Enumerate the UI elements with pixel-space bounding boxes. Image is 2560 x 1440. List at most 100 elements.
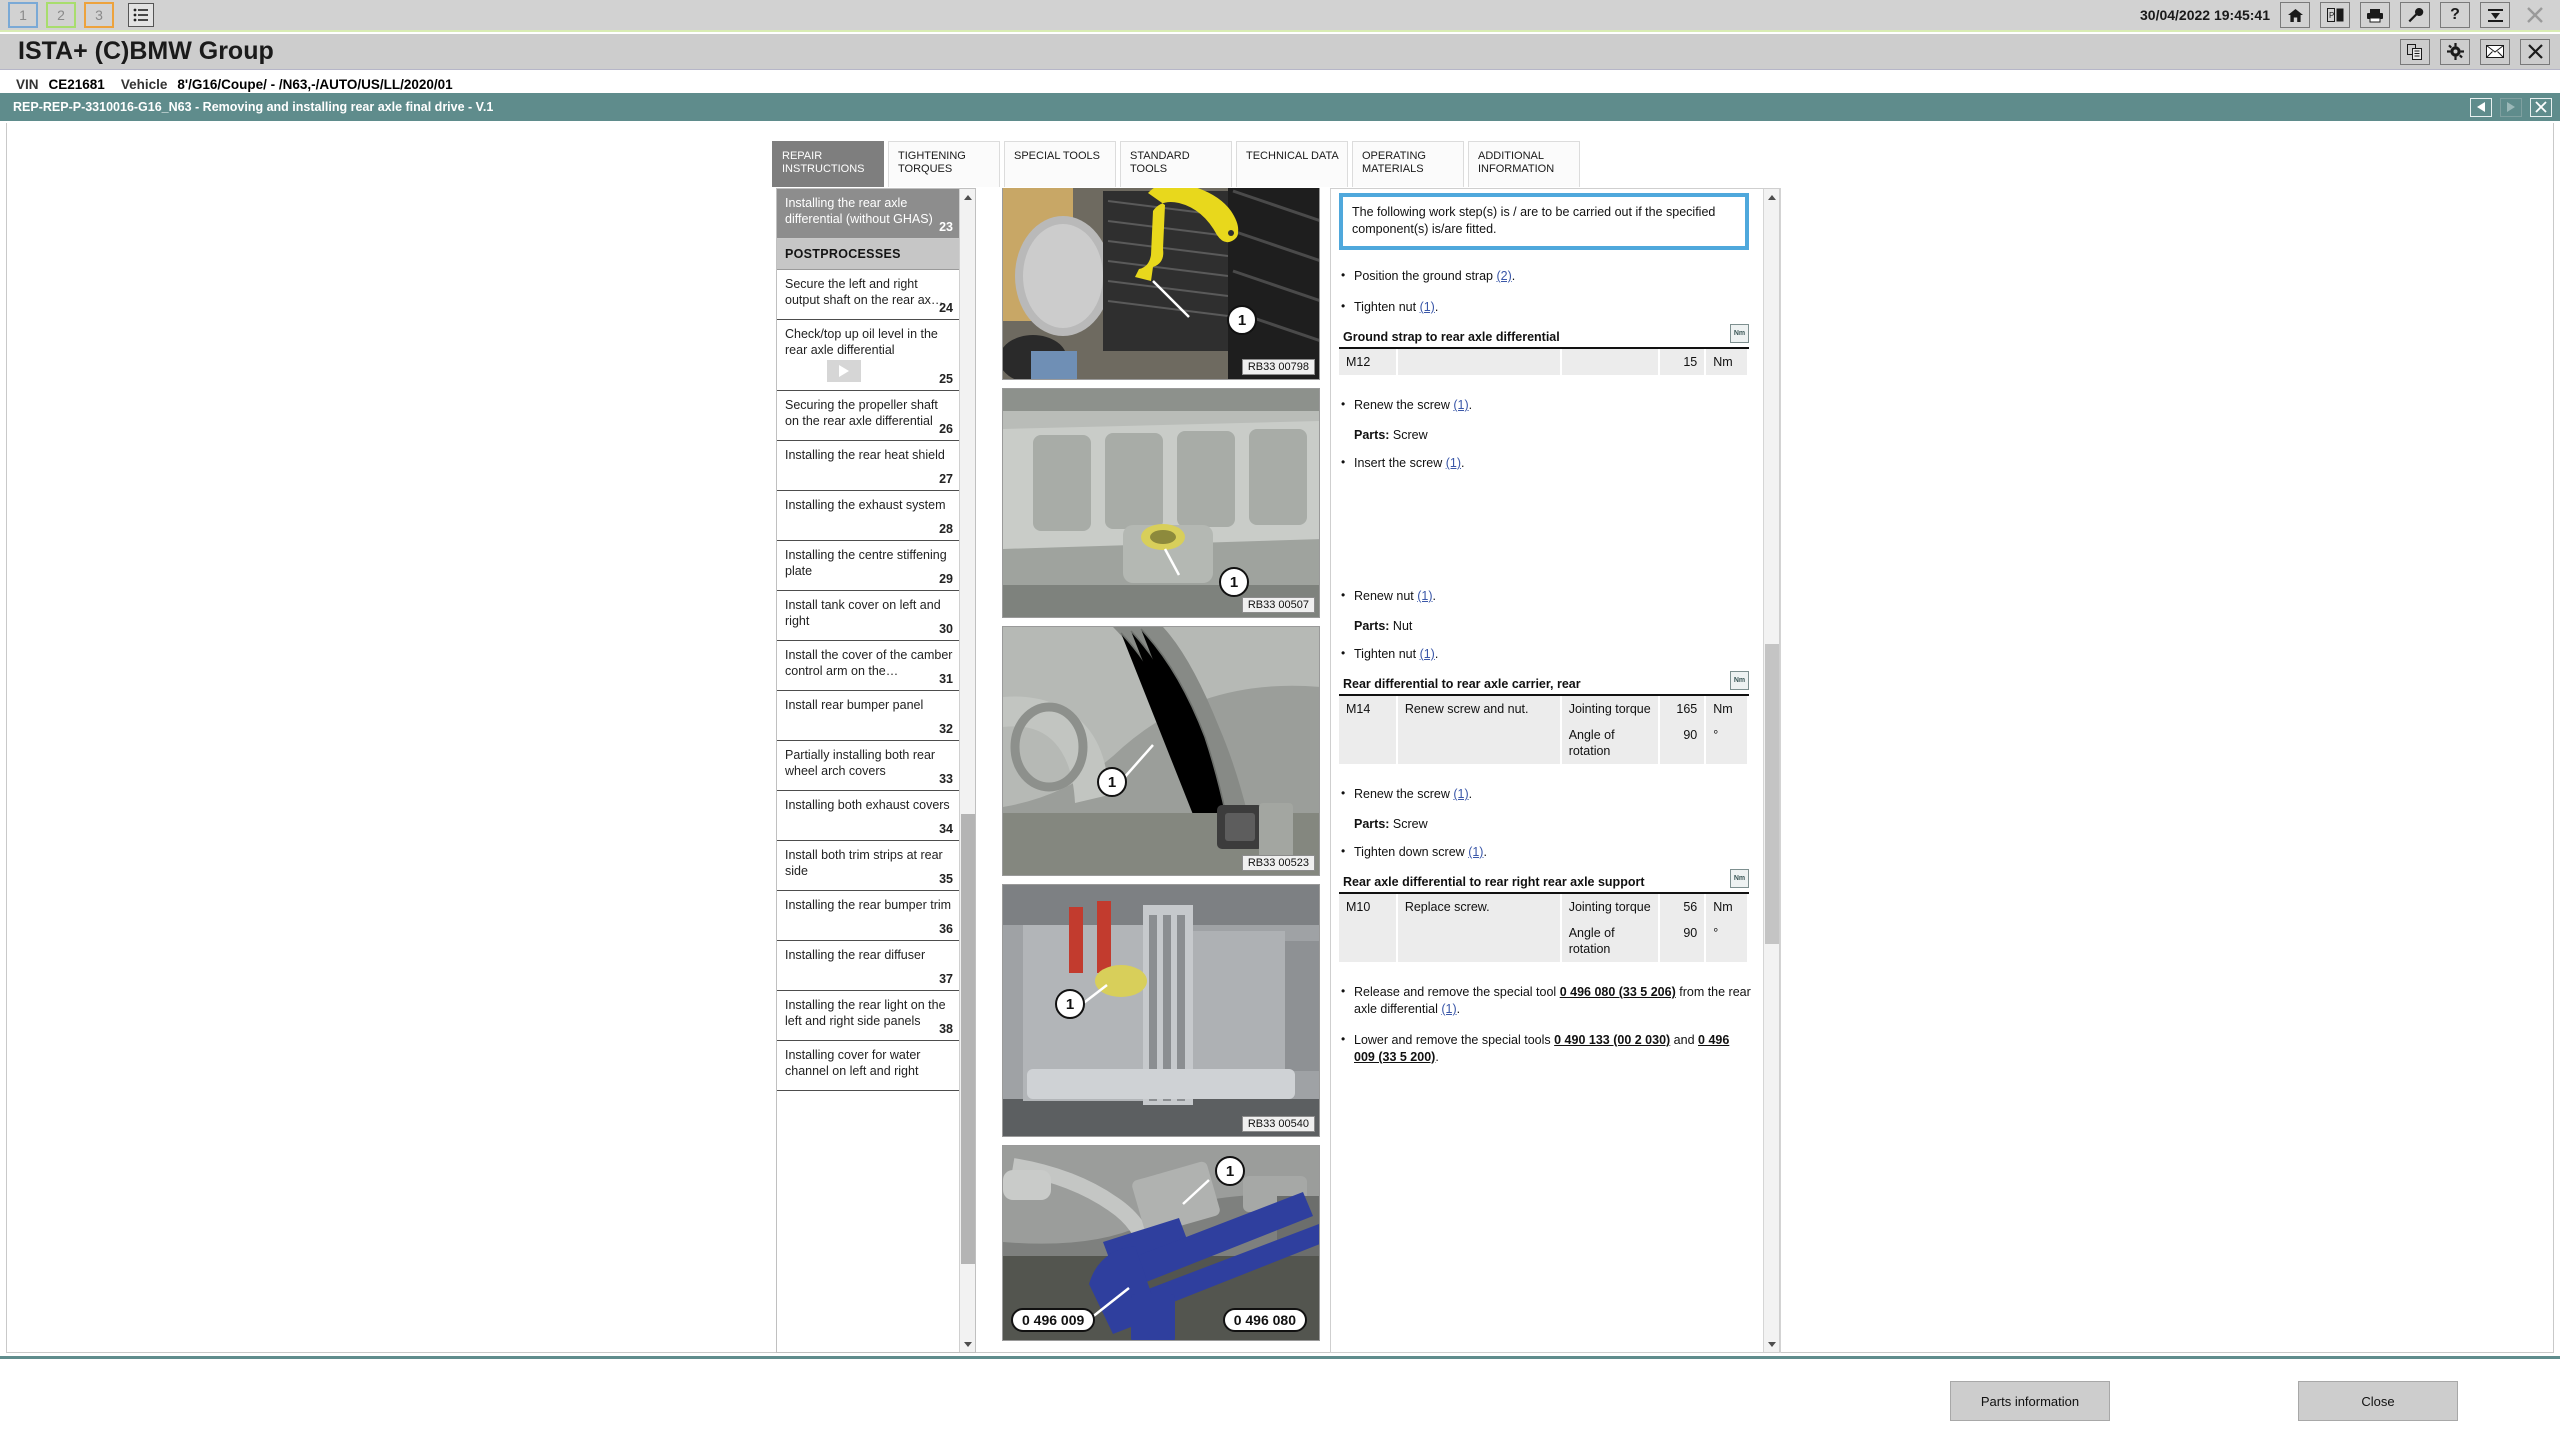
tool-badge-0496080: 0 496 080 xyxy=(1222,1308,1307,1332)
nm-icon[interactable]: Nm xyxy=(1730,671,1749,690)
toc-item-28[interactable]: Installing the exhaust system 28 xyxy=(777,491,961,541)
vehicle-id-icon[interactable]: P xyxy=(2320,2,2350,28)
toc-item-number: 33 xyxy=(939,772,953,786)
toc-item-35[interactable]: Install both trim strips at rear side 35 xyxy=(777,841,961,891)
callout-link[interactable]: (1) xyxy=(1468,845,1483,859)
figure-callout-1: 1 xyxy=(1215,1156,1245,1186)
callout-link[interactable]: (1) xyxy=(1453,787,1468,801)
scroll-down-icon[interactable] xyxy=(960,1336,975,1352)
mail-icon[interactable] xyxy=(2480,38,2510,65)
figure-rb3300523[interactable]: 1 RB33 00523 xyxy=(1002,626,1320,876)
instruction-content: The following work step(s) is / are to b… xyxy=(1331,189,1763,1080)
toc-item-36[interactable]: Installing the rear bumper trim 36 xyxy=(777,891,961,941)
callout-link[interactable]: (1) xyxy=(1420,300,1435,314)
home-icon[interactable] xyxy=(2280,2,2310,28)
close-window-icon[interactable] xyxy=(2520,38,2550,65)
close-icon[interactable] xyxy=(2520,2,2550,28)
session-tab-1-label: 1 xyxy=(19,7,27,23)
tool-badge-0496009: 0 496 009 xyxy=(1011,1308,1096,1332)
instruction-scrollbar-thumb[interactable] xyxy=(1765,644,1779,944)
nm-icon[interactable]: Nm xyxy=(1730,324,1749,343)
play-video-icon[interactable] xyxy=(827,360,861,382)
tab-technical-data[interactable]: TECHNICAL DATA xyxy=(1236,141,1348,187)
callout-link[interactable]: (2) xyxy=(1496,269,1511,283)
bullet-text: Renew the screw xyxy=(1354,398,1454,412)
tab-operating-materials[interactable]: OPERATING MATERIALS xyxy=(1352,141,1464,187)
toc-item-39[interactable]: Installing cover for water channel on le… xyxy=(777,1041,961,1091)
toc-item-33[interactable]: Partially installing both rear wheel arc… xyxy=(777,741,961,791)
page-title: ISTA+ (C)BMW Group xyxy=(18,37,274,65)
parts-label: Parts: xyxy=(1354,428,1390,442)
tab-special-tools[interactable]: SPECIAL TOOLS xyxy=(1004,141,1116,187)
toc-item-number: 38 xyxy=(939,1022,953,1036)
callout-link[interactable]: (1) xyxy=(1441,1002,1456,1016)
torque-table: M12 15 Nm xyxy=(1339,349,1749,375)
toc-item-24[interactable]: Secure the left and right output shaft o… xyxy=(777,270,961,320)
toc-item-38[interactable]: Installing the rear light on the left an… xyxy=(777,991,961,1041)
callout-number: 1 xyxy=(1237,311,1247,329)
thread-size: M12 xyxy=(1339,349,1398,375)
session-tab-2[interactable]: 2 xyxy=(46,2,76,28)
callout-link[interactable]: (1) xyxy=(1453,398,1468,412)
callout-link[interactable]: (1) xyxy=(1446,456,1461,470)
figure-rb3300507[interactable]: 1 RB33 00507 xyxy=(1002,388,1320,618)
session-tab-3[interactable]: 3 xyxy=(84,2,114,28)
gear-icon[interactable] xyxy=(2440,38,2470,65)
figure-rb3300798[interactable]: 1 RB33 00798 xyxy=(1002,188,1320,380)
tab-repair-instructions[interactable]: REPAIR INSTRUCTIONS xyxy=(772,141,884,187)
thread-size: M14 xyxy=(1339,696,1398,764)
bullet-text: Insert the screw xyxy=(1354,456,1446,470)
toc-scrollbar-thumb[interactable] xyxy=(961,814,975,1264)
toc-item-27[interactable]: Installing the rear heat shield 27 xyxy=(777,441,961,491)
bullet-text-end: . xyxy=(1435,1050,1439,1064)
tab-standard-tools[interactable]: STANDARD TOOLS xyxy=(1120,141,1232,187)
special-tool-link[interactable]: 0 496 080 (33 5 206) xyxy=(1560,985,1676,999)
nm-icon[interactable]: Nm xyxy=(1730,869,1749,888)
special-tool-link[interactable]: 0 490 133 (00 2 030) xyxy=(1554,1033,1670,1047)
toc-item-number: 35 xyxy=(939,872,953,886)
parts-label: Parts: xyxy=(1354,817,1390,831)
callout-link[interactable]: (1) xyxy=(1417,589,1432,603)
toc-item-label: Partially installing both rear wheel arc… xyxy=(785,748,936,778)
toc-item-37[interactable]: Installing the rear diffuser 37 xyxy=(777,941,961,991)
callout-link[interactable]: (1) xyxy=(1420,647,1435,661)
previous-page-button[interactable] xyxy=(2470,97,2492,117)
instruction-bullet: Position the ground strap (2). xyxy=(1339,267,1753,285)
callout-number: 1 xyxy=(1229,573,1239,591)
scroll-down-icon[interactable] xyxy=(1764,1336,1779,1352)
toc-item-29[interactable]: Installing the centre stiffening plate 2… xyxy=(777,541,961,591)
tab-additional-information[interactable]: ADDITIONAL INFORMATION xyxy=(1468,141,1580,187)
scroll-up-icon[interactable] xyxy=(960,189,975,205)
help-icon[interactable]: ? xyxy=(2440,2,2470,28)
next-page-button[interactable] xyxy=(2500,97,2522,117)
procedure-nav xyxy=(2462,97,2560,117)
close-procedure-button[interactable] xyxy=(2530,97,2552,117)
session-tab-1[interactable]: 1 xyxy=(8,2,38,28)
torque-title-text: Ground strap to rear axle differential xyxy=(1343,330,1560,344)
scroll-up-icon[interactable] xyxy=(1764,189,1779,205)
toc-scrollbar[interactable] xyxy=(959,189,975,1352)
list-icon[interactable] xyxy=(128,3,154,27)
wrench-icon[interactable] xyxy=(2400,2,2430,28)
bullet-text-end: . xyxy=(1468,787,1473,801)
figure-rb3300540[interactable]: 1 RB33 00540 xyxy=(1002,884,1320,1137)
figure-special-tools[interactable]: 1 0 496 009 0 496 080 xyxy=(1002,1145,1320,1341)
instruction-scrollbar[interactable] xyxy=(1763,189,1779,1352)
print-icon[interactable] xyxy=(2360,2,2390,28)
close-button[interactable]: Close xyxy=(2298,1381,2458,1421)
toc-item-26[interactable]: Securing the propeller shaft on the rear… xyxy=(777,391,961,441)
copy-document-icon[interactable] xyxy=(2400,38,2430,65)
figure-callout-1: 1 xyxy=(1055,989,1085,1019)
toc-item-25[interactable]: Check/top up oil level in the rear axle … xyxy=(777,320,961,391)
torque-unit: Nm xyxy=(1705,349,1749,375)
toc-item-31[interactable]: Install the cover of the camber control … xyxy=(777,641,961,691)
minimize-panel-icon[interactable] xyxy=(2480,2,2510,28)
toc-item-32[interactable]: Install rear bumper panel 32 xyxy=(777,691,961,741)
bullet-text: Renew the screw xyxy=(1354,787,1454,801)
toc-item-34[interactable]: Installing both exhaust covers 34 xyxy=(777,791,961,841)
tab-tightening-torques[interactable]: TIGHTENING TORQUES xyxy=(888,141,1000,187)
toc-item-23[interactable]: Installing the rear axle differential (w… xyxy=(777,189,961,239)
toc-item-label: Installing the rear light on the left an… xyxy=(785,998,946,1028)
toc-item-30[interactable]: Install tank cover on left and right 30 xyxy=(777,591,961,641)
parts-information-button[interactable]: Parts information xyxy=(1950,1381,2110,1421)
